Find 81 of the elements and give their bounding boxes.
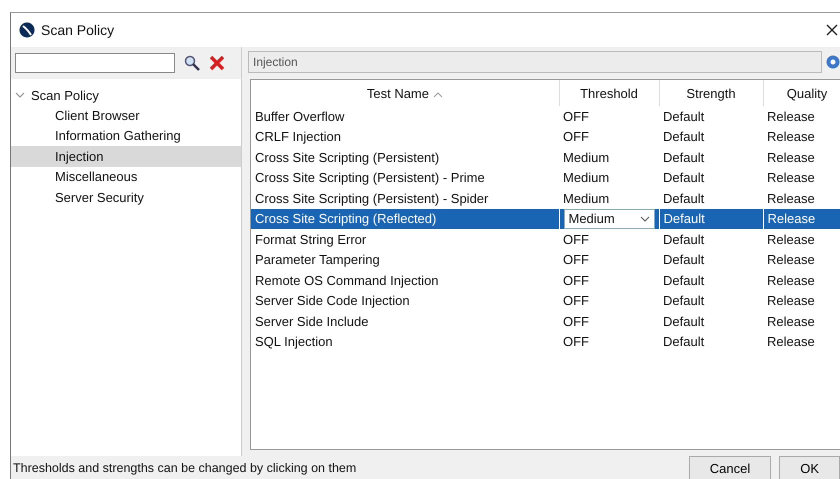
table-cell-text: OFF xyxy=(562,251,590,270)
table-cell-text: OFF xyxy=(562,312,590,331)
table-cell-text: Cross Site Scripting (Persistent) - Prime xyxy=(254,169,486,188)
table-row[interactable]: Cross Site Scripting (Reflected) Medium Default Release xyxy=(251,208,840,229)
tree-item[interactable]: Client Browser xyxy=(11,105,241,126)
search-field[interactable] xyxy=(15,53,175,73)
window-title: Scan Policy xyxy=(41,22,114,38)
table-cell-text: OFF xyxy=(562,292,590,310)
table-cell-text: Default xyxy=(662,272,706,290)
table-cell-text: Default xyxy=(662,148,706,167)
table-row[interactable]: Cross Site Scripting (Persistent) - Prime Medium Default Release xyxy=(251,168,840,188)
tree-item[interactable]: Scan Policy xyxy=(31,88,99,102)
table-cell: Default xyxy=(659,229,763,250)
dialog-button[interactable]: Cancel xyxy=(688,456,772,479)
table-cell-text: Release xyxy=(766,128,816,146)
table-cell-text: Default xyxy=(662,292,706,310)
table-cell-text: Default xyxy=(662,128,706,146)
column-header[interactable]: Strength xyxy=(659,80,763,106)
expand-caret-icon[interactable] xyxy=(15,91,25,99)
table-cell: Buffer Overflow xyxy=(251,106,559,126)
table-cell-text: Default xyxy=(662,190,706,208)
table-cell-text: Default xyxy=(662,169,706,188)
table-cell-text: Release xyxy=(766,190,816,208)
tree-item[interactable]: Information Gathering xyxy=(11,126,241,146)
table-cell: Default xyxy=(659,208,763,229)
threshold-dropdown[interactable]: Medium xyxy=(564,208,654,229)
table-row[interactable]: Remote OS Command Injection OFF Default Release xyxy=(251,270,840,290)
table-row[interactable]: Cross Site Scripting (Persistent) - Spider Medium Default Release xyxy=(251,188,840,208)
table-cell-text: OFF xyxy=(562,128,590,146)
help-icon[interactable] xyxy=(826,55,840,69)
tree-item[interactable]: Injection xyxy=(11,146,241,166)
table-cell-text: Release xyxy=(766,272,816,290)
table-cell-text: Release xyxy=(766,292,816,310)
table-cell-text: OFF xyxy=(562,333,590,352)
table-cell-text: Parameter Tampering xyxy=(254,251,381,270)
table-cell-text: Medium xyxy=(562,169,610,188)
table-cell-text: Default xyxy=(662,312,706,331)
table-cell-text: Default xyxy=(662,333,706,352)
table-cell: OFF xyxy=(559,106,659,126)
dialog-button[interactable]: OK xyxy=(779,456,840,479)
table-cell-text: Server Side Include xyxy=(254,312,370,331)
table-cell-text: SQL Injection xyxy=(254,333,334,352)
status-text: Thresholds and strengths can be changed by clicking on them xyxy=(12,461,358,475)
close-icon[interactable] xyxy=(826,24,838,36)
table-cell-text: Release xyxy=(766,333,816,352)
panel-title: Injection xyxy=(248,51,822,73)
table-cell-text: OFF xyxy=(562,272,590,290)
table-cell: Release xyxy=(763,106,840,126)
table-row[interactable]: Format String Error OFF Default Release xyxy=(251,229,840,250)
table-cell: OFF xyxy=(559,229,659,250)
app-logo-icon xyxy=(19,22,35,38)
table-cell: Release xyxy=(763,208,840,229)
table-row[interactable]: Server Side Code Injection OFF Default Release xyxy=(251,290,840,311)
table-row[interactable]: Buffer Overflow OFF Default Release xyxy=(251,106,840,126)
column-header[interactable]: Threshold xyxy=(559,80,659,106)
table-cell-text: Release xyxy=(766,148,816,167)
table-cell-text: Cross Site Scripting (Persistent) - Spider xyxy=(254,190,490,208)
table-row[interactable]: CRLF Injection OFF Default Release xyxy=(251,126,840,147)
table-cell-text: Server Side Code Injection xyxy=(254,292,411,310)
table-cell-text: Release xyxy=(766,251,816,270)
table-cell: Format String Error xyxy=(251,229,559,250)
table-cell-text: CRLF Injection xyxy=(254,128,342,146)
table-cell: Default xyxy=(659,106,763,126)
table-row[interactable]: SQL Injection OFF Default Release xyxy=(251,332,840,352)
table-cell-text: Default xyxy=(662,251,706,270)
caret-icon xyxy=(640,216,650,222)
table-row[interactable]: Cross Site Scripting (Persistent) Medium Default Release xyxy=(251,147,840,168)
search-icon[interactable] xyxy=(183,54,201,72)
table-cell-text: Release xyxy=(766,169,816,188)
tree-item[interactable]: Miscellaneous xyxy=(11,166,241,187)
table-row[interactable]: Parameter Tampering OFF Default Release xyxy=(251,250,840,270)
clear-icon[interactable] xyxy=(209,55,225,71)
table-cell: Release xyxy=(763,229,840,250)
table-row[interactable]: Server Side Include OFF Default Release xyxy=(251,311,840,332)
table-cell-text: Medium xyxy=(562,190,610,208)
table-cell-text: Medium xyxy=(562,148,610,167)
table-cell-text: Release xyxy=(766,312,816,331)
table-cell-text: Cross Site Scripting (Persistent) xyxy=(254,148,440,167)
table-cell: Cross Site Scripting (Reflected) xyxy=(251,208,559,229)
tree-item[interactable]: Server Security xyxy=(11,187,241,208)
table-cell-text: Remote OS Command Injection xyxy=(254,272,440,290)
